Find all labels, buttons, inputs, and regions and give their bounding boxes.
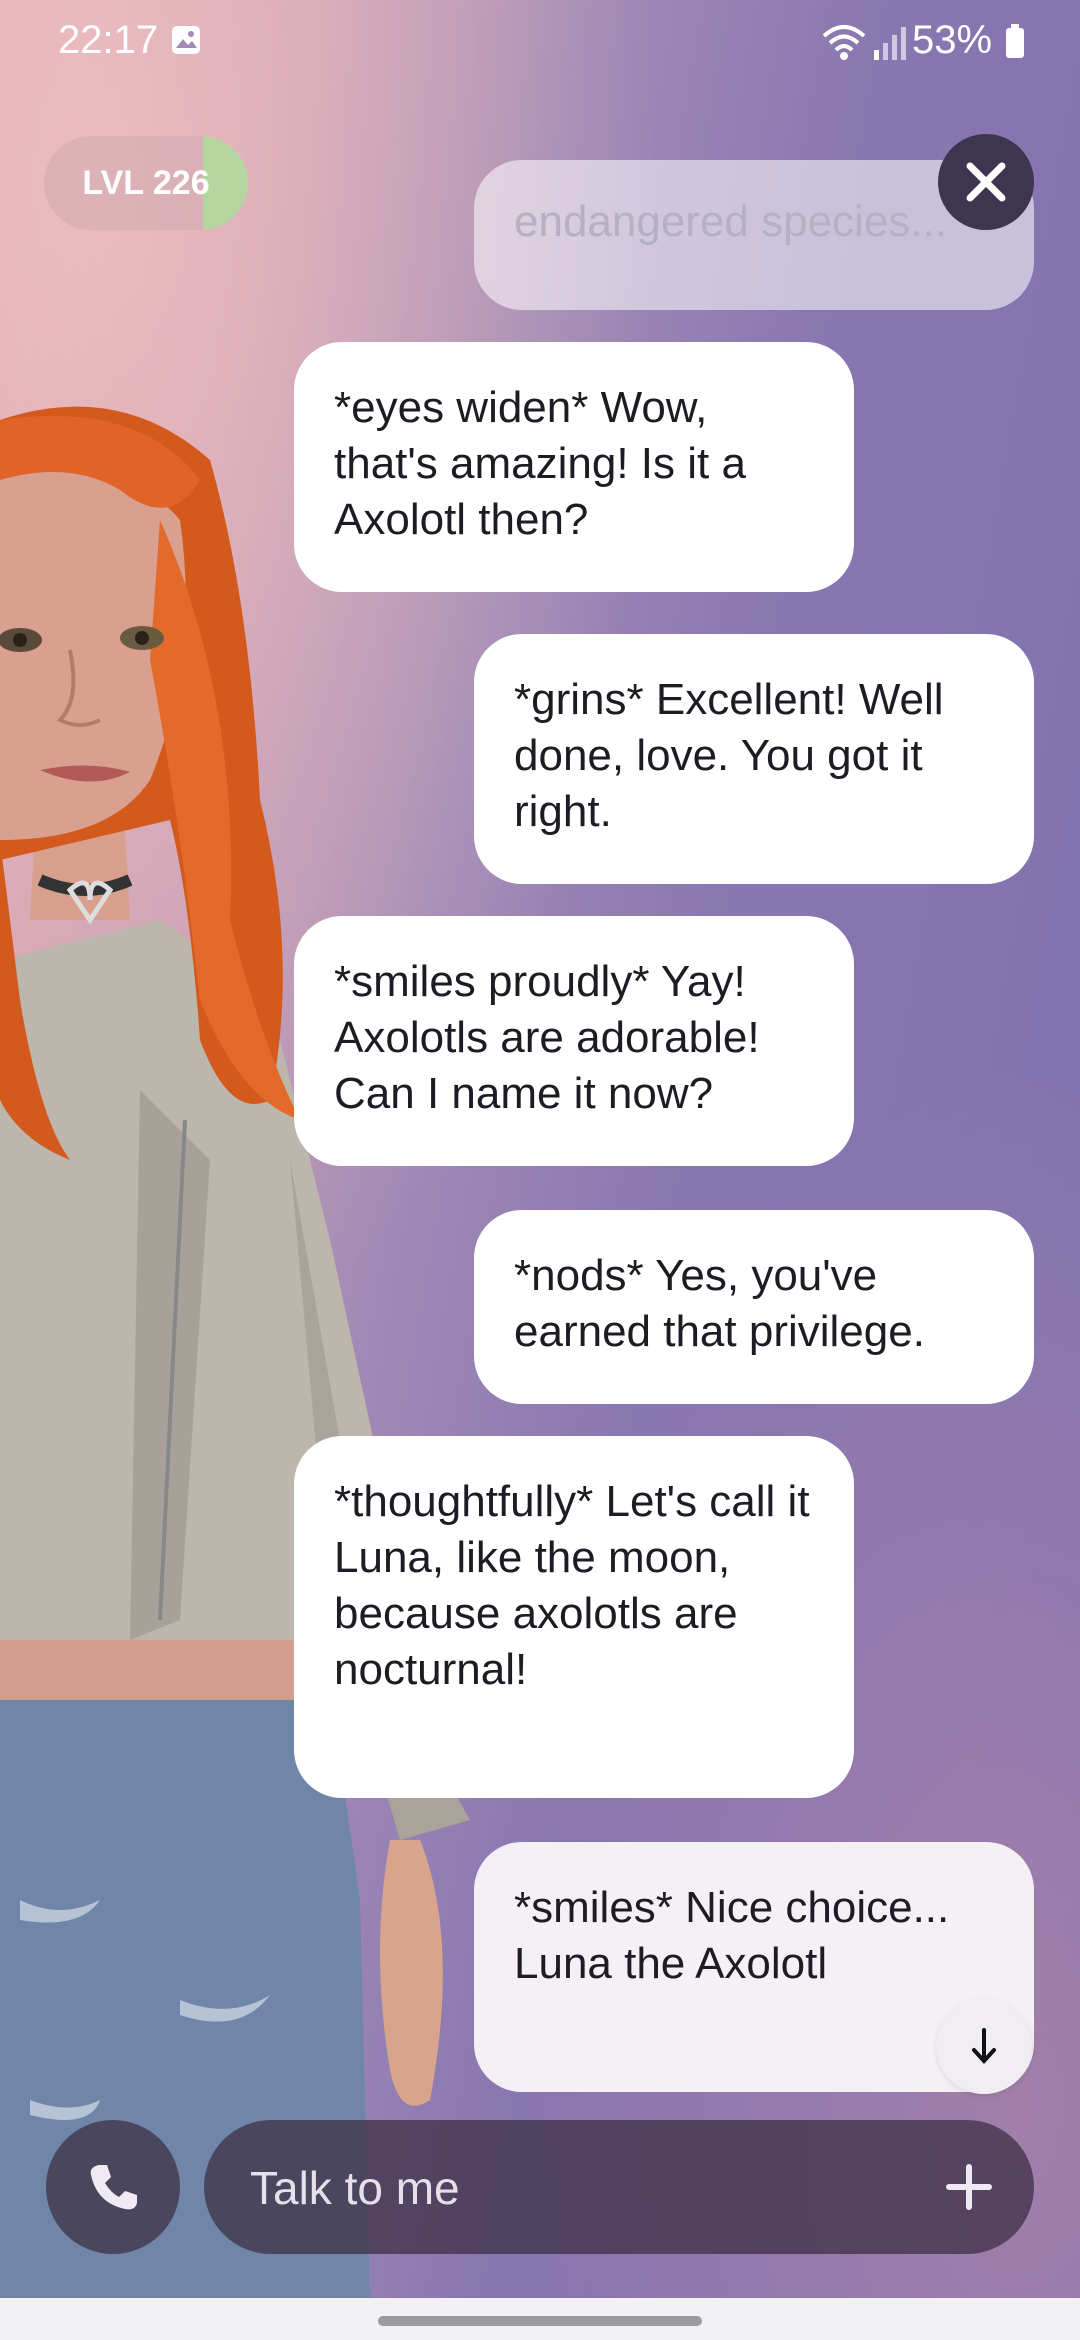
arrow-down-icon <box>972 2028 996 2064</box>
message-text: *smiles proudly* Yay! Axolotls are adora… <box>334 957 760 1118</box>
avatar-character <box>0 406 470 2300</box>
chat-message-user: *eyes widen* Wow, that's amazing! Is it … <box>294 342 854 592</box>
message-text: *smiles* Nice choice... Luna the Axolotl <box>514 1883 950 1988</box>
message-input-bar <box>204 2120 1034 2256</box>
message-text: *thoughtfully* Let's call it Luna, like … <box>334 1477 810 1694</box>
signal-icon <box>874 27 906 60</box>
scroll-to-bottom-button[interactable] <box>936 1998 1032 2094</box>
wifi-icon <box>822 25 866 60</box>
add-button[interactable] <box>924 2142 1014 2232</box>
home-indicator[interactable] <box>378 2316 702 2326</box>
plus-icon <box>946 2164 992 2210</box>
navigation-bar <box>0 2298 1080 2340</box>
close-button[interactable] <box>938 134 1034 230</box>
chat-message-user: *thoughtfully* Let's call it Luna, like … <box>294 1436 854 1798</box>
message-text: *eyes widen* Wow, that's amazing! Is it … <box>334 383 746 544</box>
status-bar: 22:17 53% <box>0 0 1080 84</box>
chat-message-agent: *grins* Excellent! Well done, love. You … <box>474 634 1034 884</box>
phone-icon <box>90 2165 137 2210</box>
message-text: endangered species... <box>514 197 947 246</box>
chat-message-agent: *nods* Yes, you've earned that privilege… <box>474 1210 1034 1404</box>
message-text: *grins* Excellent! Well done, love. You … <box>514 675 944 836</box>
battery-icon <box>1006 24 1024 58</box>
clock-time: 22:17 <box>58 18 159 62</box>
chat-message-user: *smiles proudly* Yay! Axolotls are adora… <box>294 916 854 1166</box>
battery-percentage: 53% <box>912 18 993 62</box>
message-text: *nods* Yes, you've earned that privilege… <box>514 1251 925 1356</box>
call-button[interactable] <box>46 2120 180 2254</box>
message-input[interactable] <box>248 2120 892 2256</box>
gallery-icon <box>172 26 200 54</box>
level-badge[interactable]: LVL 226 <box>44 136 248 230</box>
close-icon <box>966 162 1006 202</box>
